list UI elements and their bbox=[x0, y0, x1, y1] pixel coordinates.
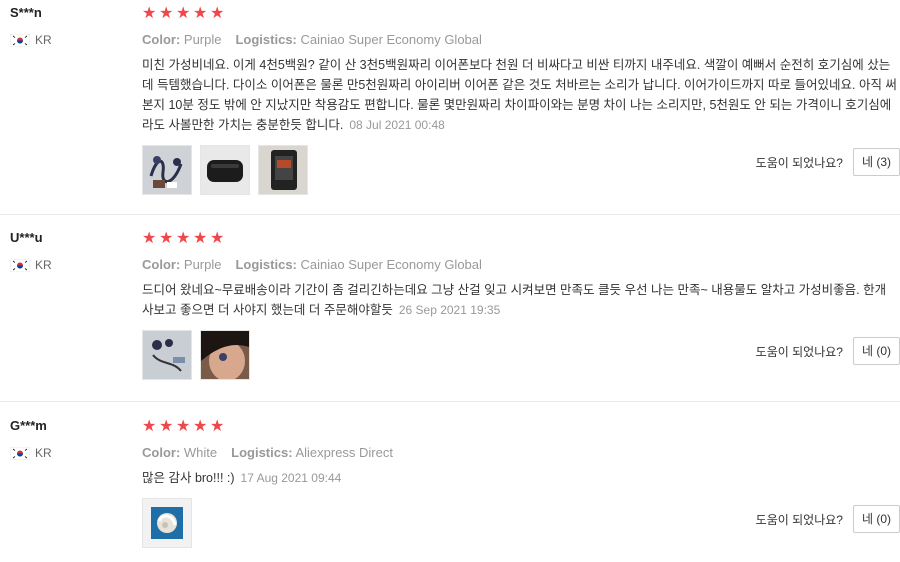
star-icon: ★ bbox=[193, 5, 208, 22]
product-attributes: Color: White Logistics: Aliexpress Direct bbox=[142, 445, 900, 461]
logistics-label: Logistics: bbox=[231, 445, 293, 460]
reviewer-country: KR bbox=[10, 32, 130, 48]
helpful-section: 도움이 되었나요? 네 (0) bbox=[756, 505, 900, 533]
color-value: White bbox=[183, 445, 218, 460]
color-label: Color: bbox=[142, 257, 181, 272]
helpful-section: 도움이 되었나요? 네 (0) bbox=[756, 337, 900, 365]
reviewer-info: G***m KR bbox=[10, 417, 130, 461]
helpful-yes-button[interactable]: 네 (0) bbox=[852, 337, 900, 365]
review-body: 많은 감사 bro!!! :) bbox=[142, 471, 235, 485]
star-icon: ★ bbox=[159, 5, 174, 22]
star-icon: ★ bbox=[142, 230, 157, 247]
helpful-yes-button[interactable]: 네 (0) bbox=[852, 505, 900, 533]
helpful-question: 도움이 되었나요? bbox=[755, 512, 843, 527]
logistics-label: Logistics: bbox=[235, 257, 297, 272]
star-icon: ★ bbox=[142, 5, 157, 22]
review-photo-thumbnail[interactable] bbox=[200, 330, 250, 380]
color-value: Purple bbox=[183, 257, 222, 272]
review-date: 26 Sep 2021 19:35 bbox=[398, 303, 501, 317]
review-photo-thumbnail[interactable] bbox=[142, 330, 192, 380]
review-body: 미친 가성비네요. 이게 4천5백원? 같이 산 3천5백원짜리 이어폰보다 천… bbox=[142, 58, 897, 132]
review-date: 17 Aug 2021 09:44 bbox=[240, 471, 342, 485]
star-rating: ★ ★ ★ ★ ★ bbox=[142, 4, 900, 24]
reviewer-info: U***u KR bbox=[10, 229, 130, 273]
review-body: 드디어 왔네요~무료배송이라 기간이 좀 걸리긴하는데요 그냥 산걸 잊고 시켜… bbox=[142, 283, 887, 317]
color-label: Color: bbox=[142, 32, 181, 47]
reviewer-name: S***n bbox=[10, 5, 42, 20]
helpful-yes-button[interactable]: 네 (3) bbox=[852, 148, 900, 176]
review-item: G***m KR ★ ★ ★ ★ ★ Color: White Logistics: Al… bbox=[0, 413, 900, 562]
reviewer-info: S***n KR bbox=[10, 4, 130, 48]
star-icon: ★ bbox=[210, 5, 225, 22]
star-icon: ★ bbox=[176, 5, 191, 22]
country-code: KR bbox=[35, 33, 52, 47]
reviewer-name: U***u bbox=[10, 230, 43, 245]
country-code: KR bbox=[35, 446, 52, 460]
korea-flag-icon bbox=[10, 258, 30, 272]
review-item: S***n KR ★ ★ ★ ★ ★ Color: Purple Logistics: C… bbox=[0, 0, 900, 215]
color-value: Purple bbox=[183, 32, 222, 47]
star-rating: ★ ★ ★ ★ ★ bbox=[142, 229, 900, 249]
reviewer-country: KR bbox=[10, 445, 130, 461]
review-text: 많은 감사 bro!!! :) 17 Aug 2021 09:44 bbox=[142, 468, 897, 488]
review-photo-thumbnail[interactable] bbox=[142, 145, 192, 195]
star-icon: ★ bbox=[210, 418, 225, 435]
logistics-value: Cainiao Super Economy Global bbox=[300, 32, 482, 47]
logistics-value: Aliexpress Direct bbox=[295, 445, 393, 460]
reviewer-name: G***m bbox=[10, 418, 47, 433]
review-text: 미친 가성비네요. 이게 4천5백원? 같이 산 3천5백원짜리 이어폰보다 천… bbox=[142, 55, 897, 135]
helpful-question: 도움이 되었나요? bbox=[755, 344, 843, 359]
review-photo-thumbnail[interactable] bbox=[142, 498, 192, 548]
helpful-section: 도움이 되었나요? 네 (3) bbox=[756, 148, 900, 176]
star-icon: ★ bbox=[176, 418, 191, 435]
review-photo-thumbnail[interactable] bbox=[200, 145, 250, 195]
star-icon: ★ bbox=[159, 230, 174, 247]
star-rating: ★ ★ ★ ★ ★ bbox=[142, 417, 900, 437]
review-item: U***u KR ★ ★ ★ ★ ★ Color: Purple Logistics: C… bbox=[0, 225, 900, 401]
star-icon: ★ bbox=[193, 418, 208, 435]
review-date: 08 Jul 2021 00:48 bbox=[349, 118, 445, 132]
star-icon: ★ bbox=[159, 418, 174, 435]
review-divider bbox=[0, 401, 900, 402]
country-code: KR bbox=[35, 258, 52, 272]
review-photo-thumbnail[interactable] bbox=[258, 145, 308, 195]
helpful-question: 도움이 되었나요? bbox=[755, 155, 843, 170]
logistics-label: Logistics: bbox=[235, 32, 297, 47]
korea-flag-icon bbox=[10, 446, 30, 460]
product-attributes: Color: Purple Logistics: Cainiao Super Ec… bbox=[142, 32, 900, 48]
product-attributes: Color: Purple Logistics: Cainiao Super Ec… bbox=[142, 257, 900, 273]
review-text: 드디어 왔네요~무료배송이라 기간이 좀 걸리긴하는데요 그냥 산걸 잊고 시켜… bbox=[142, 280, 897, 320]
star-icon: ★ bbox=[193, 230, 208, 247]
star-icon: ★ bbox=[142, 418, 157, 435]
color-label: Color: bbox=[142, 445, 181, 460]
review-divider bbox=[0, 214, 900, 215]
star-icon: ★ bbox=[176, 230, 191, 247]
reviewer-country: KR bbox=[10, 257, 130, 273]
logistics-value: Cainiao Super Economy Global bbox=[300, 257, 482, 272]
korea-flag-icon bbox=[10, 33, 30, 47]
star-icon: ★ bbox=[210, 230, 225, 247]
